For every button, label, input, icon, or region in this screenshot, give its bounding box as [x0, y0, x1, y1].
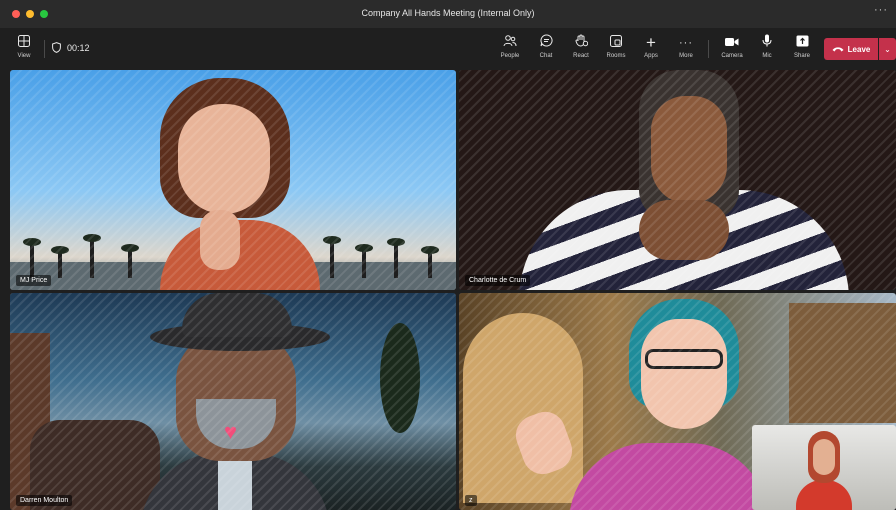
palm-tree [387, 238, 405, 278]
react-label: React [573, 53, 589, 59]
mic-label: Mic [762, 53, 772, 59]
stone-arch [463, 313, 583, 503]
participant-name: MJ Price [16, 275, 52, 286]
avatar-glasses [645, 349, 723, 369]
leave-label: Leave [847, 44, 871, 54]
mic-button[interactable]: Mic [749, 34, 785, 64]
people-icon [492, 34, 528, 52]
avatar-face [651, 96, 727, 204]
window-title: Company All Hands Meeting (Internal Only… [361, 8, 535, 18]
avatar-heart-hands [639, 200, 729, 260]
toolbar-divider [708, 40, 709, 58]
avatar-hands [200, 210, 240, 270]
meeting-toolbar: View 00:12 People Chat React Rooms + App… [0, 28, 896, 68]
rooms-icon [598, 34, 634, 52]
microphone-icon [749, 34, 785, 52]
participant-name: Darren Moulton [16, 495, 73, 506]
palm-tree [421, 246, 439, 278]
palm-tree [23, 238, 41, 278]
window-more-icon[interactable]: ··· [874, 4, 888, 16]
participant-name: Charlotte de Crum [465, 275, 531, 286]
self-avatar-jacket [796, 480, 852, 510]
toolbar-divider [44, 40, 45, 58]
avatar-shirt [218, 453, 252, 510]
apps-label: Apps [644, 53, 658, 59]
meeting-timer: 00:12 [52, 42, 90, 53]
rooms-button[interactable]: Rooms [598, 34, 634, 64]
more-label: More [679, 53, 693, 59]
heart-reaction-icon: ♥ [224, 419, 238, 444]
view-label: View [17, 53, 31, 59]
cowboy-hat-crown [182, 293, 292, 337]
people-button[interactable]: People [492, 34, 528, 64]
rooms-label: Rooms [606, 53, 626, 59]
share-label: Share [793, 53, 810, 59]
avatar-face [178, 104, 270, 214]
participant-tile[interactable]: Charlotte de Crum [459, 70, 896, 290]
camera-icon [714, 34, 750, 52]
village-building [789, 303, 896, 423]
react-button[interactable]: React [563, 34, 599, 64]
chat-label: Chat [539, 53, 553, 59]
leave-button[interactable]: Leave [824, 38, 878, 60]
tree-scenery [380, 323, 420, 433]
palm-tree [83, 234, 101, 278]
palm-tree [51, 246, 69, 278]
leave-options-button[interactable]: ⌄ [879, 38, 896, 60]
camera-button[interactable]: Camera [714, 34, 750, 64]
title-bar: Company All Hands Meeting (Internal Only… [0, 0, 896, 28]
avatar-jacket [569, 443, 769, 510]
more-button[interactable]: ··· More [668, 34, 704, 64]
more-icon: ··· [679, 37, 693, 49]
participant-tile[interactable]: ♥ Darren Moulton [10, 293, 456, 510]
participant-name: z [465, 495, 477, 506]
share-button[interactable]: Share [784, 34, 820, 64]
chevron-down-icon: ⌄ [884, 44, 891, 54]
timer-text: 00:12 [67, 42, 90, 53]
participant-tile[interactable]: MJ Price [10, 70, 456, 290]
chat-icon [528, 34, 564, 52]
share-icon [784, 34, 820, 52]
grid-icon [6, 34, 42, 52]
people-label: People [500, 53, 520, 59]
palm-tree [121, 244, 139, 278]
shield-icon [52, 42, 61, 53]
self-avatar-face [813, 439, 835, 475]
chat-button[interactable]: Chat [528, 34, 564, 64]
avatar-face [641, 319, 727, 429]
plus-icon: + [646, 33, 656, 52]
teams-meeting-window: Company All Hands Meeting (Internal Only… [0, 0, 896, 510]
avatar-body [160, 220, 320, 290]
self-view-tile[interactable] [752, 425, 896, 510]
camera-label: Camera [721, 53, 743, 59]
palm-tree [323, 236, 341, 278]
raise-hand-icon [563, 34, 599, 52]
view-button[interactable]: View [6, 34, 42, 64]
palm-tree [355, 244, 373, 278]
apps-button[interactable]: + Apps [633, 34, 669, 64]
phone-hangup-icon [832, 45, 844, 54]
